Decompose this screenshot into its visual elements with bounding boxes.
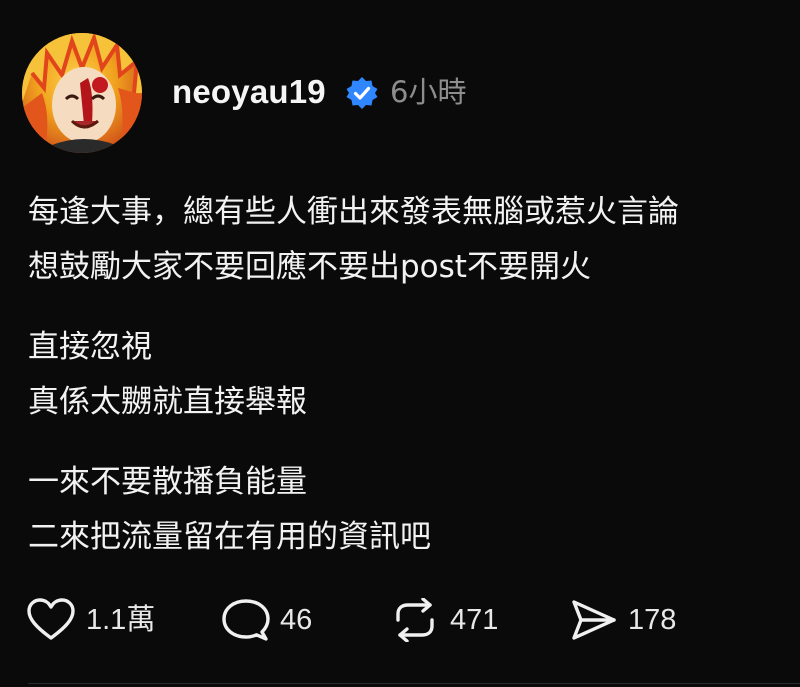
verified-badge-icon [346, 77, 378, 109]
post-body: 每逢大事，總有些人衝出來發表無腦或惹火言論 想鼓勵大家不要回應不要出post不要… [28, 185, 788, 565]
post-paragraph: 直接忽視 真係太嬲就直接舉報 [28, 320, 788, 430]
share-count: 178 [628, 604, 677, 636]
post-card: neoyau19 6小時 每逢大事，總有些人衝出來發表無腦或惹火言論 想鼓勵大家… [0, 0, 800, 687]
comment-icon [222, 599, 270, 641]
post-timestamp: 6小時 [390, 75, 467, 109]
username[interactable]: neoyau19 [172, 72, 326, 112]
post-line: 每逢大事，總有些人衝出來發表無腦或惹火言論 [28, 194, 679, 230]
post-line: 一來不要散播負能量 [28, 464, 307, 500]
divider [28, 683, 800, 684]
repost-count: 471 [450, 604, 499, 636]
post-line: 想鼓勵大家不要回應不要出post不要開火 [28, 249, 591, 285]
post-paragraph: 每逢大事，總有些人衝出來發表無腦或惹火言論 想鼓勵大家不要回應不要出post不要… [28, 185, 788, 295]
repost-button[interactable]: 471 [390, 598, 498, 642]
action-bar: 1.1萬 46 471 178 [26, 598, 786, 642]
avatar[interactable] [22, 33, 142, 153]
post-line: 真係太嬲就直接舉報 [28, 384, 307, 420]
avatar-image [22, 33, 142, 153]
share-button[interactable]: 178 [570, 598, 676, 642]
send-icon [572, 600, 616, 640]
reply-count: 46 [280, 604, 313, 636]
post-paragraph: 一來不要散播負能量 二來把流量留在有用的資訊吧 [28, 455, 788, 565]
like-count: 1.1萬 [86, 604, 156, 636]
heart-icon [27, 598, 75, 640]
repost-icon [396, 598, 434, 642]
post-line: 直接忽視 [28, 329, 152, 365]
reply-button[interactable]: 46 [222, 598, 312, 642]
post-line: 二來把流量留在有用的資訊吧 [28, 519, 431, 555]
like-button[interactable]: 1.1萬 [26, 598, 155, 642]
